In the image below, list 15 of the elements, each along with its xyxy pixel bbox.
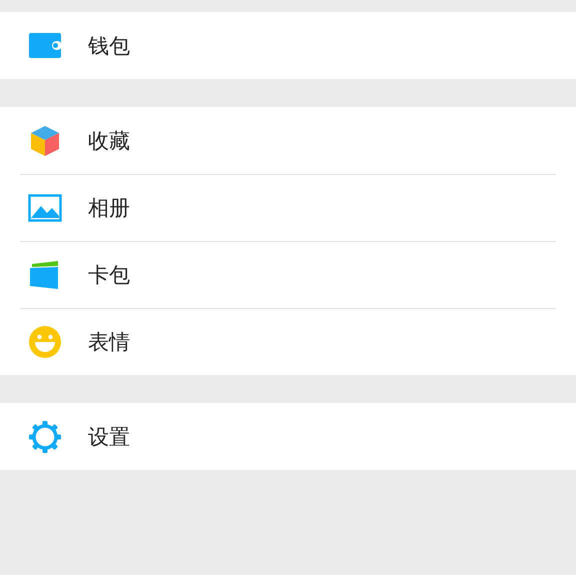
menu-label: 设置 [88,424,130,450]
menu-label: 表情 [88,328,130,356]
menu-item[interactable]: 卡包 [0,241,576,308]
menu-item[interactable]: 收藏 [0,107,576,174]
cube-icon [28,124,62,158]
menu-item[interactable]: 设置 [0,403,576,470]
menu-label: 相册 [88,194,130,222]
menu-item[interactable]: 表情 [0,308,576,375]
menu-label: 钱包 [88,32,130,60]
settings-icon [28,420,62,454]
menu-item[interactable]: 钱包 [0,12,576,79]
smiley-icon [28,324,62,358]
menu-label: 卡包 [88,262,130,288]
menu-label: 收藏 [88,128,130,154]
menu-item[interactable]: 相册 [0,174,576,241]
